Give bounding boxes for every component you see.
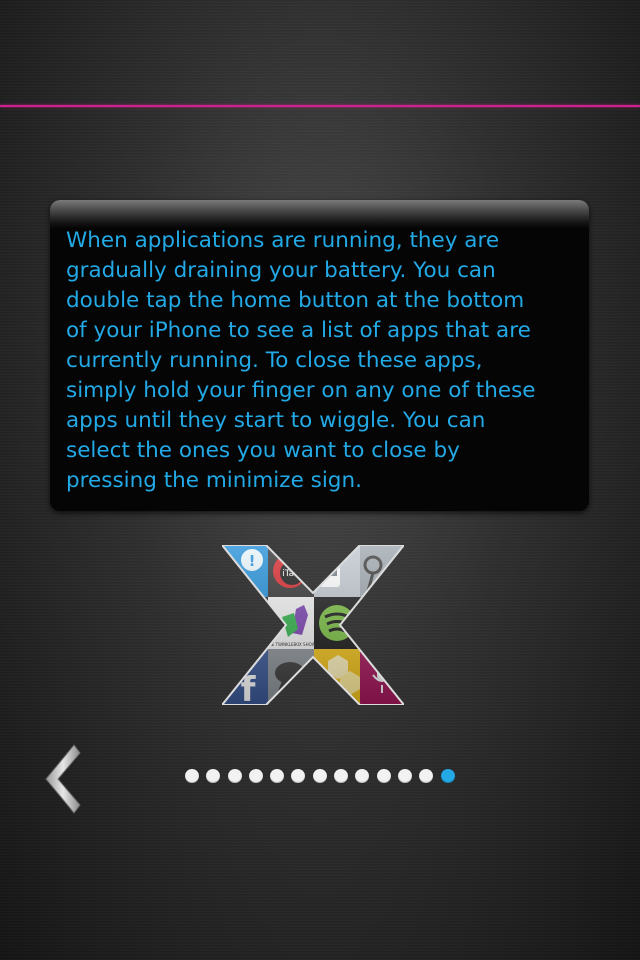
accent-divider-line (0, 105, 640, 107)
page-dot (270, 769, 285, 783)
page-dot (419, 769, 434, 783)
tip-panel: When applications are running, they are … (50, 200, 589, 511)
chevron-left-icon[interactable] (44, 743, 82, 815)
page-dot (291, 769, 306, 783)
page-dot (248, 769, 263, 783)
tip-text: When applications are running, they are … (66, 228, 536, 493)
page-dot (227, 769, 242, 783)
x-app-collage-icon: ! iTalk THE TWINKLEBOX SHOW f (222, 545, 404, 705)
page-dot (355, 769, 370, 783)
page-dot (334, 769, 349, 783)
page-dot (312, 769, 327, 783)
page-dot (206, 769, 221, 783)
page-dot (397, 769, 412, 783)
page-dot-active (440, 769, 455, 783)
page-dot (185, 769, 199, 783)
page-dot (376, 769, 391, 783)
page-indicator (185, 769, 455, 785)
panel-gloss (50, 200, 589, 228)
